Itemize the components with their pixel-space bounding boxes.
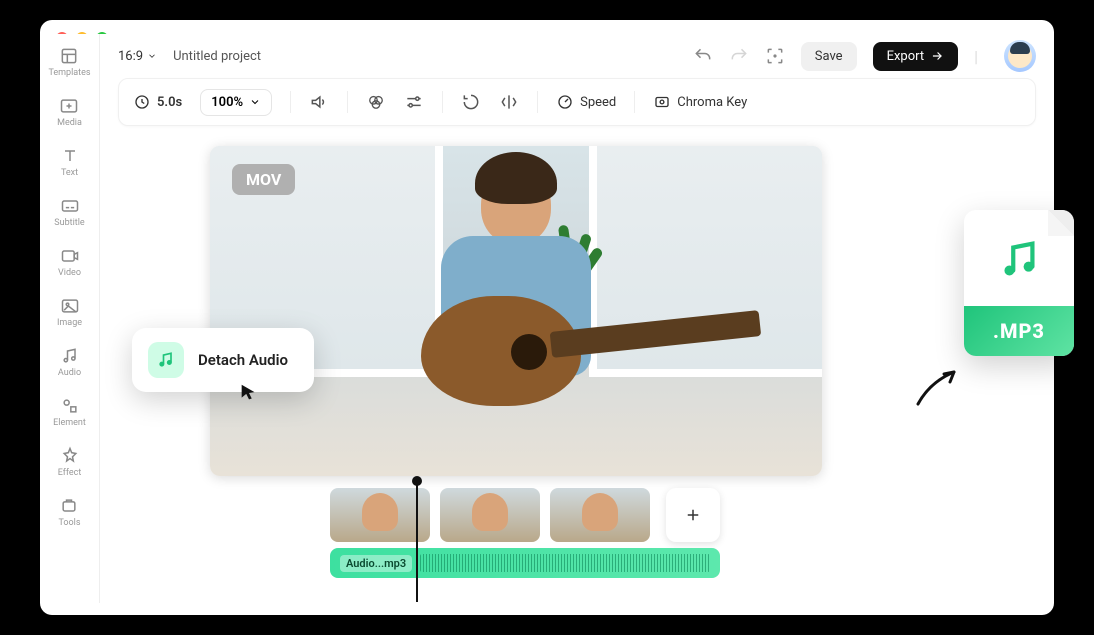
canvas-area: MOV Detach Audio .MP3 bbox=[100, 138, 1054, 603]
toolbar-separator bbox=[347, 91, 348, 113]
user-avatar[interactable] bbox=[1004, 40, 1036, 72]
element-icon bbox=[60, 396, 80, 416]
chroma-key-button[interactable]: Chroma Key bbox=[653, 93, 747, 111]
sidebar-item-media[interactable]: Media bbox=[57, 96, 82, 128]
sidebar-label: Subtitle bbox=[54, 218, 84, 228]
video-preview[interactable]: MOV bbox=[210, 146, 822, 476]
save-button[interactable]: Save bbox=[801, 42, 857, 71]
waveform bbox=[420, 554, 710, 572]
sidebar-item-tools[interactable]: Tools bbox=[58, 496, 80, 528]
aspect-ratio-dropdown[interactable]: 16:9 bbox=[118, 49, 157, 64]
zoom-dropdown[interactable]: 100% bbox=[200, 89, 272, 116]
chroma-key-label: Chroma Key bbox=[677, 95, 747, 110]
audio-clip-label: Audio...mp3 bbox=[340, 555, 412, 572]
sidebar-item-text[interactable]: Text bbox=[60, 146, 80, 178]
sidebar-label: Effect bbox=[58, 468, 82, 478]
toolbar-separator bbox=[290, 91, 291, 113]
sidebar-item-image[interactable]: Image bbox=[57, 296, 82, 328]
detach-audio-label: Detach Audio bbox=[198, 351, 288, 369]
timeline bbox=[330, 488, 720, 542]
add-clip-button[interactable] bbox=[666, 488, 720, 542]
audio-icon bbox=[60, 346, 80, 366]
mp3-file-card: .MP3 bbox=[964, 210, 1074, 356]
arrow-right-icon bbox=[930, 49, 944, 63]
titlebar bbox=[40, 20, 1054, 34]
project-title[interactable]: Untitled project bbox=[173, 49, 261, 64]
arrow-icon bbox=[910, 362, 970, 412]
topbar: 16:9 Untitled project Save Export | bbox=[100, 34, 1054, 78]
plus-icon bbox=[684, 506, 702, 524]
volume-button[interactable] bbox=[309, 92, 329, 112]
video-icon bbox=[60, 246, 80, 266]
sidebar-label: Video bbox=[58, 268, 81, 278]
speed-label: Speed bbox=[580, 95, 616, 110]
effect-icon bbox=[60, 446, 80, 466]
sidebar-item-subtitle[interactable]: Subtitle bbox=[54, 196, 84, 228]
adjust-button[interactable] bbox=[404, 92, 424, 112]
aspect-ratio-value: 16:9 bbox=[118, 49, 143, 64]
toolbar-separator bbox=[537, 91, 538, 113]
speed-button[interactable]: Speed bbox=[556, 93, 616, 111]
chevron-down-icon bbox=[249, 96, 261, 108]
redo-button[interactable] bbox=[729, 46, 749, 66]
toolbar: 5.0s 100% Speed bbox=[118, 78, 1036, 126]
sidebar-label: Templates bbox=[48, 68, 90, 78]
app-window: Templates Media Text Subtitle Video Imag… bbox=[40, 20, 1054, 615]
text-icon bbox=[60, 146, 80, 166]
timeline-clip[interactable] bbox=[550, 488, 650, 542]
timeline-clip[interactable] bbox=[330, 488, 430, 542]
timeline-clip[interactable] bbox=[440, 488, 540, 542]
undo-button[interactable] bbox=[693, 46, 713, 66]
speed-icon bbox=[556, 93, 574, 111]
sidebar-item-video[interactable]: Video bbox=[58, 246, 81, 278]
media-icon bbox=[59, 96, 79, 116]
toolbar-separator bbox=[634, 91, 635, 113]
toolbar-separator bbox=[442, 91, 443, 113]
detach-audio-menu-item[interactable]: Detach Audio bbox=[132, 328, 314, 392]
playhead[interactable] bbox=[416, 480, 418, 602]
sidebar-item-element[interactable]: Element bbox=[53, 396, 86, 428]
clock-icon bbox=[133, 93, 151, 111]
cursor-icon bbox=[238, 382, 260, 404]
templates-icon bbox=[59, 46, 79, 66]
zoom-value: 100% bbox=[211, 95, 243, 110]
format-badge: MOV bbox=[232, 164, 295, 195]
subtitle-icon bbox=[60, 196, 80, 216]
export-button[interactable]: Export bbox=[873, 42, 959, 71]
time-display[interactable]: 5.0s bbox=[133, 93, 182, 111]
focus-button[interactable] bbox=[765, 46, 785, 66]
chevron-down-icon bbox=[147, 51, 157, 61]
sidebar-item-effect[interactable]: Effect bbox=[58, 446, 82, 478]
tools-icon bbox=[59, 496, 79, 516]
sidebar-item-audio[interactable]: Audio bbox=[58, 346, 81, 378]
mp3-extension-label: .MP3 bbox=[964, 306, 1074, 356]
audio-clip[interactable]: Audio...mp3 bbox=[330, 548, 720, 578]
export-label: Export bbox=[887, 49, 925, 64]
sidebar-label: Media bbox=[57, 118, 82, 128]
chroma-key-icon bbox=[653, 93, 671, 111]
sidebar-label: Tools bbox=[58, 518, 80, 528]
flip-button[interactable] bbox=[499, 92, 519, 112]
image-icon bbox=[60, 296, 80, 316]
sidebar-label: Image bbox=[57, 318, 82, 328]
sidebar-label: Text bbox=[61, 168, 78, 178]
color-filter-button[interactable] bbox=[366, 92, 386, 112]
rotate-button[interactable] bbox=[461, 92, 481, 112]
left-sidebar: Templates Media Text Subtitle Video Imag… bbox=[40, 34, 100, 603]
sidebar-label: Element bbox=[53, 418, 86, 428]
music-note-icon bbox=[148, 342, 184, 378]
sidebar-label: Audio bbox=[58, 368, 81, 378]
music-note-icon bbox=[964, 236, 1074, 282]
time-value: 5.0s bbox=[157, 95, 182, 110]
sidebar-item-templates[interactable]: Templates bbox=[48, 46, 90, 78]
